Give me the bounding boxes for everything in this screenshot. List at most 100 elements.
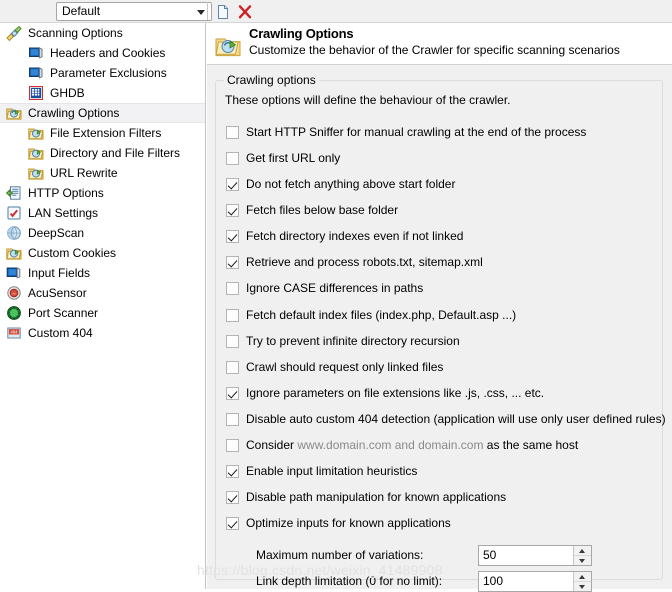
checkbox-unchecked-icon[interactable]	[226, 334, 239, 348]
toolbar: Default	[0, 0, 672, 23]
url-rewrite-icon	[28, 165, 44, 181]
checkbox-row[interactable]: Disable auto custom 404 detection (appli…	[226, 411, 666, 427]
sidebar-item-ghdb[interactable]: GHDB	[0, 83, 205, 103]
checkbox-checked-icon[interactable]	[226, 490, 239, 504]
delete-profile-button[interactable]	[236, 3, 254, 21]
checkbox-checked-icon[interactable]	[226, 177, 239, 191]
checkbox-checked-icon[interactable]	[226, 229, 239, 243]
sidebar-item-label: Custom 404	[28, 326, 93, 340]
checkbox-row[interactable]: Retrieve and process robots.txt, sitemap…	[226, 254, 483, 270]
sidebar-item-headers-and-cookies[interactable]: Headers and Cookies	[0, 43, 205, 63]
checkbox-unchecked-icon[interactable]	[226, 151, 239, 165]
spinner-input[interactable]: 50	[478, 545, 592, 566]
sidebar-item-acusensor[interactable]: AcuSensor	[0, 283, 205, 303]
profile-select[interactable]: Default	[56, 2, 212, 21]
sidebar-item-label: Input Fields	[28, 266, 91, 280]
spinner-value: 100	[483, 574, 504, 588]
spinner-down-icon[interactable]	[574, 582, 591, 591]
checkbox-row[interactable]: Ignore CASE differences in paths	[226, 280, 423, 296]
group-description: These options will define the behaviour …	[225, 93, 511, 107]
checkbox-checked-icon[interactable]	[226, 203, 239, 217]
checkbox-checked-icon[interactable]	[226, 516, 239, 530]
checkbox-row[interactable]: Optimize inputs for known applications	[226, 515, 451, 531]
checkbox-label: Get first URL only	[246, 151, 341, 165]
checkbox-row[interactable]: Ignore parameters on file extensions lik…	[226, 385, 544, 401]
sidebar-item-file-extension-filters[interactable]: File Extension Filters	[0, 123, 205, 143]
sidebar-item-label: Parameter Exclusions	[50, 66, 167, 80]
sidebar-item-port-scanner[interactable]: Port Scanner	[0, 303, 205, 323]
page-title: Crawling Options	[249, 26, 354, 41]
checkbox-label: Consider www.domain.com and domain.com a…	[246, 438, 579, 452]
toolbar-separator	[207, 2, 208, 20]
checkbox-row[interactable]: Disable path manipulation for known appl…	[226, 489, 506, 505]
checkbox-row[interactable]: Try to prevent infinite directory recurs…	[226, 333, 460, 349]
deepscan-icon	[6, 225, 22, 241]
crawling-options-icon	[214, 31, 242, 59]
settings-nav-tree[interactable]: Scanning Options Headers and Cookies Param…	[0, 23, 206, 589]
checkbox-unchecked-icon[interactable]	[226, 308, 239, 322]
sidebar-item-url-rewrite[interactable]: URL Rewrite	[0, 163, 205, 183]
sidebar-item-custom-cookies[interactable]: Custom Cookies	[0, 243, 205, 263]
checkbox-unchecked-icon[interactable]	[226, 125, 239, 139]
checkbox-label: Fetch files below base folder	[246, 203, 399, 217]
spinner-buttons	[573, 572, 591, 591]
spinner-buttons	[573, 546, 591, 565]
checkbox-label: Fetch directory indexes even if not link…	[246, 229, 464, 243]
checkbox-row[interactable]: Get first URL only	[226, 150, 340, 166]
sidebar-item-label: URL Rewrite	[50, 166, 118, 180]
checkbox-checked-icon[interactable]	[226, 255, 239, 269]
file-extension-filters-icon	[28, 125, 44, 141]
checkbox-row[interactable]: Do not fetch anything above start folder	[226, 176, 455, 192]
checkbox-row[interactable]: Fetch directory indexes even if not link…	[226, 228, 463, 244]
sidebar-item-lan-settings[interactable]: LAN Settings	[0, 203, 205, 223]
acusensor-icon	[6, 285, 22, 301]
profile-select-value: Default	[62, 4, 101, 18]
port-scanner-icon	[6, 305, 22, 321]
checkbox-label: Optimize inputs for known applications	[246, 516, 451, 530]
crawling-options-icon	[6, 105, 22, 121]
checkbox-unchecked-icon[interactable]	[226, 281, 239, 295]
checkbox-row[interactable]: Start HTTP Sniffer for manual crawling a…	[226, 124, 586, 140]
sidebar-item-label: GHDB	[50, 86, 85, 100]
checkbox-unchecked-icon[interactable]	[226, 438, 239, 452]
checkbox-row[interactable]: Enable input limitation heuristics	[226, 463, 417, 479]
sidebar-item-deepscan[interactable]: DeepScan	[0, 223, 205, 243]
checkbox-row[interactable]: Fetch default index files (index.php, De…	[226, 307, 516, 323]
sidebar-item-label: Crawling Options	[28, 106, 120, 120]
sidebar-item-crawling-options[interactable]: Crawling Options	[0, 103, 205, 123]
sidebar-item-parameter-exclusions[interactable]: Parameter Exclusions	[0, 63, 205, 83]
sidebar-item-custom-404[interactable]: 404 Custom 404	[0, 323, 205, 343]
checkbox-row[interactable]: Fetch files below base folder	[226, 202, 398, 218]
checkbox-checked-icon[interactable]	[226, 386, 239, 400]
checkbox-label: Ignore CASE differences in paths	[246, 281, 424, 295]
checkbox-label: Disable auto custom 404 detection (appli…	[246, 412, 666, 426]
checkbox-label: Ignore parameters on file extensions lik…	[246, 386, 545, 400]
sidebar-item-label: Port Scanner	[28, 306, 99, 320]
checkbox-checked-icon[interactable]	[226, 464, 239, 478]
checkbox-row[interactable]: Consider www.domain.com and domain.com a…	[226, 437, 578, 453]
spinner-up-icon[interactable]	[574, 546, 591, 556]
spinner-up-icon[interactable]	[574, 572, 591, 582]
checkbox-label: Fetch default index files (index.php, De…	[246, 308, 517, 322]
custom-cookies-icon	[6, 245, 22, 261]
spinner-down-icon[interactable]	[574, 556, 591, 565]
group-legend: Crawling options	[224, 73, 319, 87]
sidebar-item-input-fields[interactable]: Input Fields	[0, 263, 205, 283]
sidebar-item-label: File Extension Filters	[50, 126, 162, 140]
sidebar-item-label: AcuSensor	[28, 286, 87, 300]
spinner-label: Maximum number of variations:	[256, 548, 424, 562]
sidebar-item-directory-and-file-filters[interactable]: Directory and File Filters	[0, 143, 205, 163]
checkbox-label: Try to prevent infinite directory recurs…	[246, 334, 460, 348]
checkbox-unchecked-icon[interactable]	[226, 412, 239, 426]
checkbox-label: Do not fetch anything above start folder	[246, 177, 456, 191]
new-profile-button[interactable]	[214, 3, 232, 21]
checkbox-row[interactable]: Crawl should request only linked files	[226, 359, 443, 375]
sidebar-item-scanning-options[interactable]: Scanning Options	[0, 23, 205, 43]
sidebar-item-label: Scanning Options	[28, 26, 123, 40]
options-dialog: Default Scanning Options Headers and Cook…	[0, 0, 672, 592]
spinner-label: Link depth limitation (0 for no limit):	[256, 574, 443, 588]
checkbox-unchecked-icon[interactable]	[226, 360, 239, 374]
sidebar-item-http-options[interactable]: HTTP Options	[0, 183, 205, 203]
svg-text:404: 404	[11, 330, 19, 335]
headers-cookies-icon	[28, 45, 44, 61]
